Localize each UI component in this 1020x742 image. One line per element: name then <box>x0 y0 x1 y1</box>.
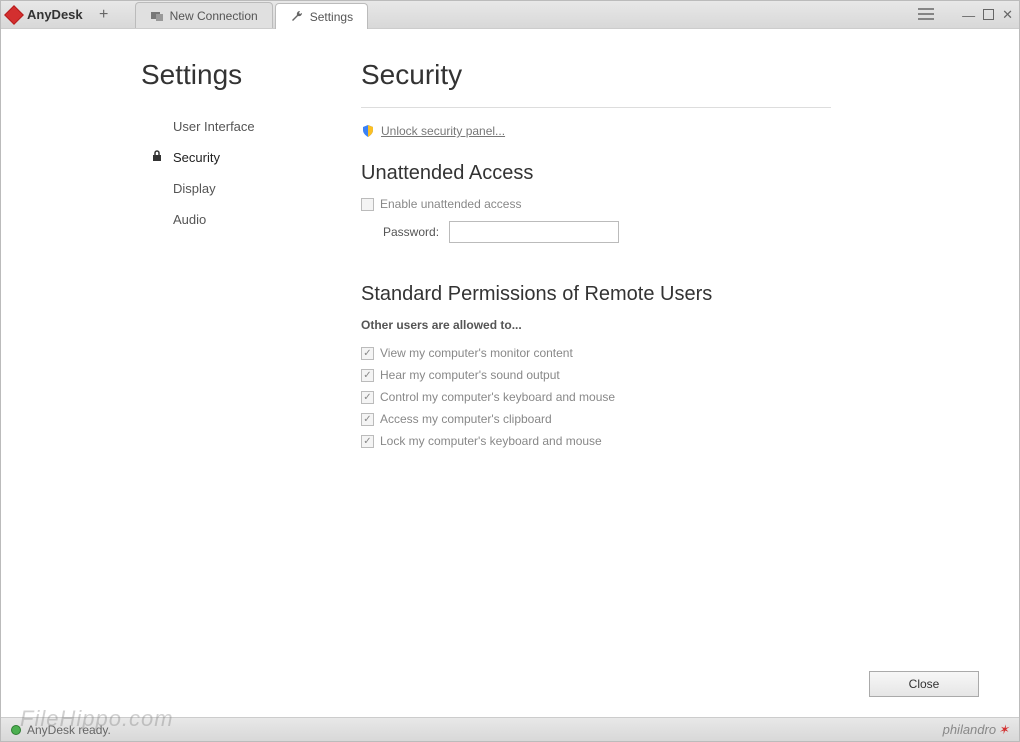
sidebar-heading: Settings <box>141 59 341 91</box>
perm-lock-kb-mouse: Lock my computer's keyboard and mouse <box>361 434 979 448</box>
perm-label: Lock my computer's keyboard and mouse <box>380 434 602 448</box>
perm-checkbox[interactable] <box>361 369 374 382</box>
security-panel: Security Unlock security panel... Unatte… <box>341 59 1019 661</box>
password-row: Password: <box>383 221 979 243</box>
app-title: AnyDesk <box>1 1 93 28</box>
status-text: AnyDesk ready. <box>27 723 111 737</box>
permissions-subtext: Other users are allowed to... <box>361 318 979 332</box>
password-input[interactable] <box>449 221 619 243</box>
sidebar-item-user-interface[interactable]: User Interface <box>141 111 341 142</box>
lock-icon <box>151 150 165 165</box>
tab-settings[interactable]: Settings <box>275 3 368 29</box>
enable-unattended-label: Enable unattended access <box>380 197 521 211</box>
sidebar-item-label: Display <box>173 181 216 196</box>
hamburger-menu-icon[interactable] <box>918 8 934 23</box>
perm-checkbox[interactable] <box>361 347 374 360</box>
perm-checkbox[interactable] <box>361 413 374 426</box>
app-name-text: AnyDesk <box>27 7 83 22</box>
status-left: AnyDesk ready. <box>11 723 111 737</box>
titlebar: AnyDesk + New Connection Settings — <box>1 1 1019 29</box>
sidebar-item-label: Audio <box>173 212 206 227</box>
perm-label: Control my computer's keyboard and mouse <box>380 390 615 404</box>
perm-label: View my computer's monitor content <box>380 346 573 360</box>
enable-unattended-row: Enable unattended access <box>361 197 979 211</box>
perm-label: Hear my computer's sound output <box>380 368 560 382</box>
page-title: Security <box>361 59 979 91</box>
statusbar: AnyDesk ready. philandro ✶ <box>1 717 1019 741</box>
tab-label: New Connection <box>170 9 258 23</box>
anydesk-logo-icon <box>4 5 24 25</box>
window-controls: — ✕ <box>918 1 1013 29</box>
maximize-button[interactable] <box>983 8 994 23</box>
close-window-button[interactable]: ✕ <box>1002 7 1013 23</box>
wrench-icon <box>290 10 304 24</box>
connection-icon <box>150 9 164 23</box>
footer-buttons: Close <box>1 661 1019 717</box>
unlock-security-link[interactable]: Unlock security panel... <box>381 124 505 138</box>
brand-star-icon: ✶ <box>998 722 1009 738</box>
close-button[interactable]: Close <box>869 671 979 697</box>
tab-new-connection[interactable]: New Connection <box>135 2 273 28</box>
divider <box>361 107 831 108</box>
perm-checkbox[interactable] <box>361 391 374 404</box>
sidebar-item-security[interactable]: Security <box>141 142 341 173</box>
app-window: AnyDesk + New Connection Settings — <box>0 0 1020 742</box>
section-title-permissions: Standard Permissions of Remote Users <box>361 283 979 306</box>
sidebar-item-audio[interactable]: Audio <box>141 204 341 235</box>
new-tab-button[interactable]: + <box>93 1 115 28</box>
status-indicator-icon <box>11 725 21 735</box>
tab-label: Settings <box>310 10 353 24</box>
permissions-list: View my computer's monitor content Hear … <box>361 346 979 448</box>
tabs: New Connection Settings <box>135 1 370 28</box>
sidebar-item-label: User Interface <box>173 119 255 134</box>
settings-body: Settings User Interface Security Display <box>1 29 1019 661</box>
minimize-button[interactable]: — <box>962 8 975 23</box>
perm-view-monitor: View my computer's monitor content <box>361 346 979 360</box>
password-label: Password: <box>383 225 439 239</box>
section-title-unattended: Unattended Access <box>361 162 979 185</box>
perm-access-clipboard: Access my computer's clipboard <box>361 412 979 426</box>
enable-unattended-checkbox[interactable] <box>361 198 374 211</box>
perm-control-kb-mouse: Control my computer's keyboard and mouse <box>361 390 979 404</box>
brand-text: philandro <box>943 722 997 737</box>
content-area: Settings User Interface Security Display <box>1 29 1019 717</box>
sidebar-item-display[interactable]: Display <box>141 173 341 204</box>
uac-shield-icon <box>361 124 375 138</box>
perm-label: Access my computer's clipboard <box>380 412 552 426</box>
perm-checkbox[interactable] <box>361 435 374 448</box>
unlock-row: Unlock security panel... <box>361 124 979 138</box>
brand-label: philandro ✶ <box>943 722 1009 738</box>
perm-hear-sound: Hear my computer's sound output <box>361 368 979 382</box>
sidebar-item-label: Security <box>173 150 220 165</box>
settings-sidebar: Settings User Interface Security Display <box>141 59 341 661</box>
